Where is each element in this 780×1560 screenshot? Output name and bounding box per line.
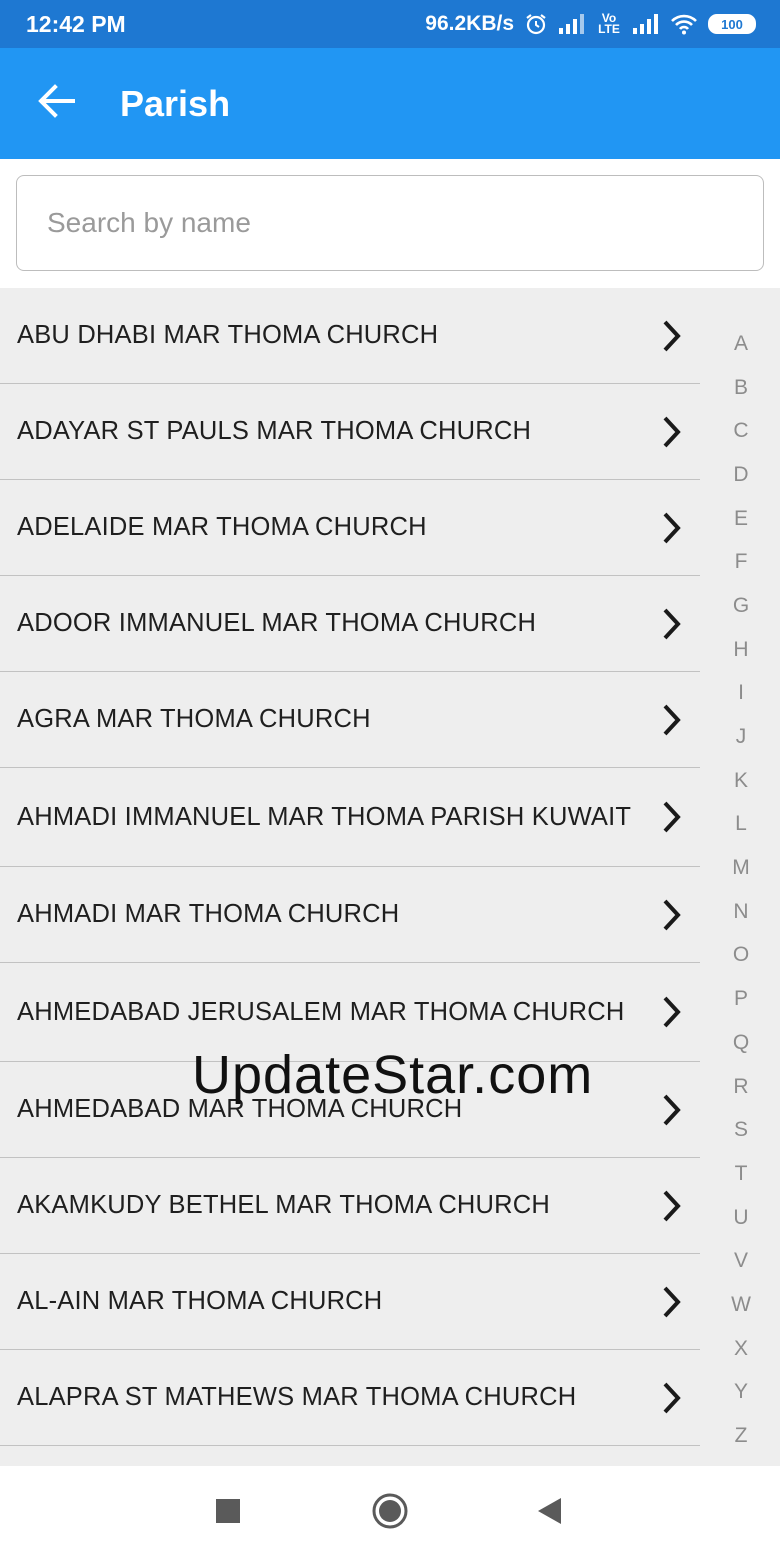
alphabet-index-letter[interactable]: G: [712, 584, 770, 628]
chevron-right-icon: [654, 799, 690, 835]
parish-list-item[interactable]: ALAPRA ST MATHEWS MAR THOMA CHURCH: [0, 1350, 700, 1446]
alphabet-index-letter[interactable]: P: [712, 977, 770, 1021]
parish-name: ALAPRA ST MATHEWS MAR THOMA CHURCH: [17, 1383, 577, 1411]
parish-list-item[interactable]: AHMADI MAR THOMA CHURCH: [0, 867, 700, 963]
back-button[interactable]: [0, 48, 112, 159]
status-time: 12:42 PM: [26, 10, 126, 37]
parish-list-item[interactable]: AHMEDABAD MAR THOMA CHURCH: [0, 1062, 700, 1158]
page-title: Parish: [120, 82, 231, 124]
home-button[interactable]: [365, 1488, 415, 1538]
parish-list-item[interactable]: ABU DHABI MAR THOMA CHURCH: [0, 288, 700, 384]
chevron-right-icon: [654, 1092, 690, 1128]
status-bar: 12:42 PM 96.2KB/s Vo LTE 100: [0, 0, 780, 48]
alphabet-index-letter[interactable]: J: [712, 715, 770, 759]
parish-list-item[interactable]: AGRA MAR THOMA CHURCH: [0, 672, 700, 768]
chevron-right-icon: [654, 1188, 690, 1224]
alphabet-index-letter[interactable]: Y: [712, 1371, 770, 1415]
parish-name: AHMEDABAD JERUSALEM MAR THOMA CHURCH: [17, 997, 625, 1026]
parish-list-item[interactable]: ADOOR IMMANUEL MAR THOMA CHURCH: [0, 576, 700, 672]
volte-icon: Vo LTE: [598, 11, 620, 36]
search-section: [0, 159, 780, 288]
battery-icon: 100: [708, 14, 756, 34]
recents-button[interactable]: [203, 1488, 253, 1538]
parish-name: AL-AIN MAR THOMA CHURCH: [17, 1287, 383, 1315]
alphabet-index-letter[interactable]: V: [712, 1239, 770, 1283]
parish-list-item[interactable]: AKAMKUDY BETHEL MAR THOMA CHURCH: [0, 1158, 700, 1254]
alphabet-index-letter[interactable]: X: [712, 1327, 770, 1371]
chevron-right-icon: [654, 510, 690, 546]
signal-icon: [558, 13, 586, 35]
alphabet-index-letter[interactable]: H: [712, 628, 770, 672]
parish-name: ADAYAR ST PAULS MAR THOMA CHURCH: [17, 417, 532, 445]
parish-list-item[interactable]: AHMADI IMMANUEL MAR THOMA PARISH KUWAIT: [0, 768, 700, 867]
parish-list-area: ABU DHABI MAR THOMA CHURCH ADAYAR ST PAUL…: [0, 288, 780, 1466]
chevron-right-icon: [654, 1284, 690, 1320]
parish-name: AGRA MAR THOMA CHURCH: [17, 705, 371, 733]
alphabet-index-letter[interactable]: B: [712, 366, 770, 410]
alphabet-index-letter[interactable]: Q: [712, 1021, 770, 1065]
network-speed: 96.2KB/s: [425, 12, 514, 35]
alphabet-index-letter[interactable]: E: [712, 497, 770, 541]
system-nav-bar: [0, 1466, 780, 1560]
chevron-right-icon: [654, 1380, 690, 1416]
alphabet-index-letter[interactable]: O: [712, 934, 770, 978]
signal-icon-2: [632, 13, 660, 35]
alphabet-index-letter[interactable]: Z: [712, 1414, 770, 1458]
arrow-left-icon: [37, 84, 75, 123]
chevron-right-icon: [654, 318, 690, 354]
parish-name: ABU DHABI MAR THOMA CHURCH: [17, 321, 439, 349]
system-back-button[interactable]: [524, 1488, 574, 1538]
alphabet-index-letter[interactable]: S: [712, 1108, 770, 1152]
alphabet-index-letter[interactable]: N: [712, 890, 770, 934]
search-input[interactable]: [16, 175, 764, 271]
chevron-right-icon: [654, 606, 690, 642]
parish-name: AKAMKUDY BETHEL MAR THOMA CHURCH: [17, 1191, 551, 1219]
triangle-icon: [535, 1496, 563, 1531]
alphabet-index-letter[interactable]: A: [712, 322, 770, 366]
alphabet-index-letter[interactable]: M: [712, 846, 770, 890]
alphabet-index-letter[interactable]: K: [712, 759, 770, 803]
chevron-right-icon: [654, 414, 690, 450]
parish-list-item[interactable]: AL-AIN MAR THOMA CHURCH: [0, 1254, 700, 1350]
parish-name: AHMEDABAD MAR THOMA CHURCH: [17, 1095, 463, 1123]
parish-name: ADELAIDE MAR THOMA CHURCH: [17, 513, 427, 541]
status-icons: 96.2KB/s Vo LTE 100: [425, 12, 756, 36]
chevron-right-icon: [654, 897, 690, 933]
alphabet-index-letter[interactable]: D: [712, 453, 770, 497]
chevron-right-icon: [654, 702, 690, 738]
alphabet-index-letter[interactable]: W: [712, 1283, 770, 1327]
parish-list-item[interactable]: ADAYAR ST PAULS MAR THOMA CHURCH: [0, 384, 700, 480]
alphabet-index-letter[interactable]: R: [712, 1065, 770, 1109]
square-icon: [215, 1498, 241, 1529]
app-bar: Parish: [0, 48, 780, 159]
parish-list-item[interactable]: ADELAIDE MAR THOMA CHURCH: [0, 480, 700, 576]
wifi-icon: [670, 13, 698, 35]
parish-list: ABU DHABI MAR THOMA CHURCH ADAYAR ST PAUL…: [0, 288, 700, 1446]
alphabet-index-letter[interactable]: F: [712, 540, 770, 584]
circle-icon: [371, 1492, 409, 1535]
alphabet-index-letter[interactable]: I: [712, 672, 770, 716]
alphabet-index-letter[interactable]: L: [712, 803, 770, 847]
parish-name: AHMADI IMMANUEL MAR THOMA PARISH KUWAIT: [17, 802, 632, 831]
alphabet-index-letter[interactable]: U: [712, 1196, 770, 1240]
parish-name: AHMADI MAR THOMA CHURCH: [17, 900, 400, 928]
alarm-icon: [524, 12, 548, 36]
alphabet-index[interactable]: ABCDEFGHIJKLMNOPQRSTUVWXYZ: [712, 322, 770, 1458]
parish-name: ADOOR IMMANUEL MAR THOMA CHURCH: [17, 609, 537, 637]
alphabet-index-letter[interactable]: T: [712, 1152, 770, 1196]
parish-list-item[interactable]: AHMEDABAD JERUSALEM MAR THOMA CHURCH: [0, 963, 700, 1062]
alphabet-index-letter[interactable]: C: [712, 409, 770, 453]
chevron-right-icon: [654, 994, 690, 1030]
